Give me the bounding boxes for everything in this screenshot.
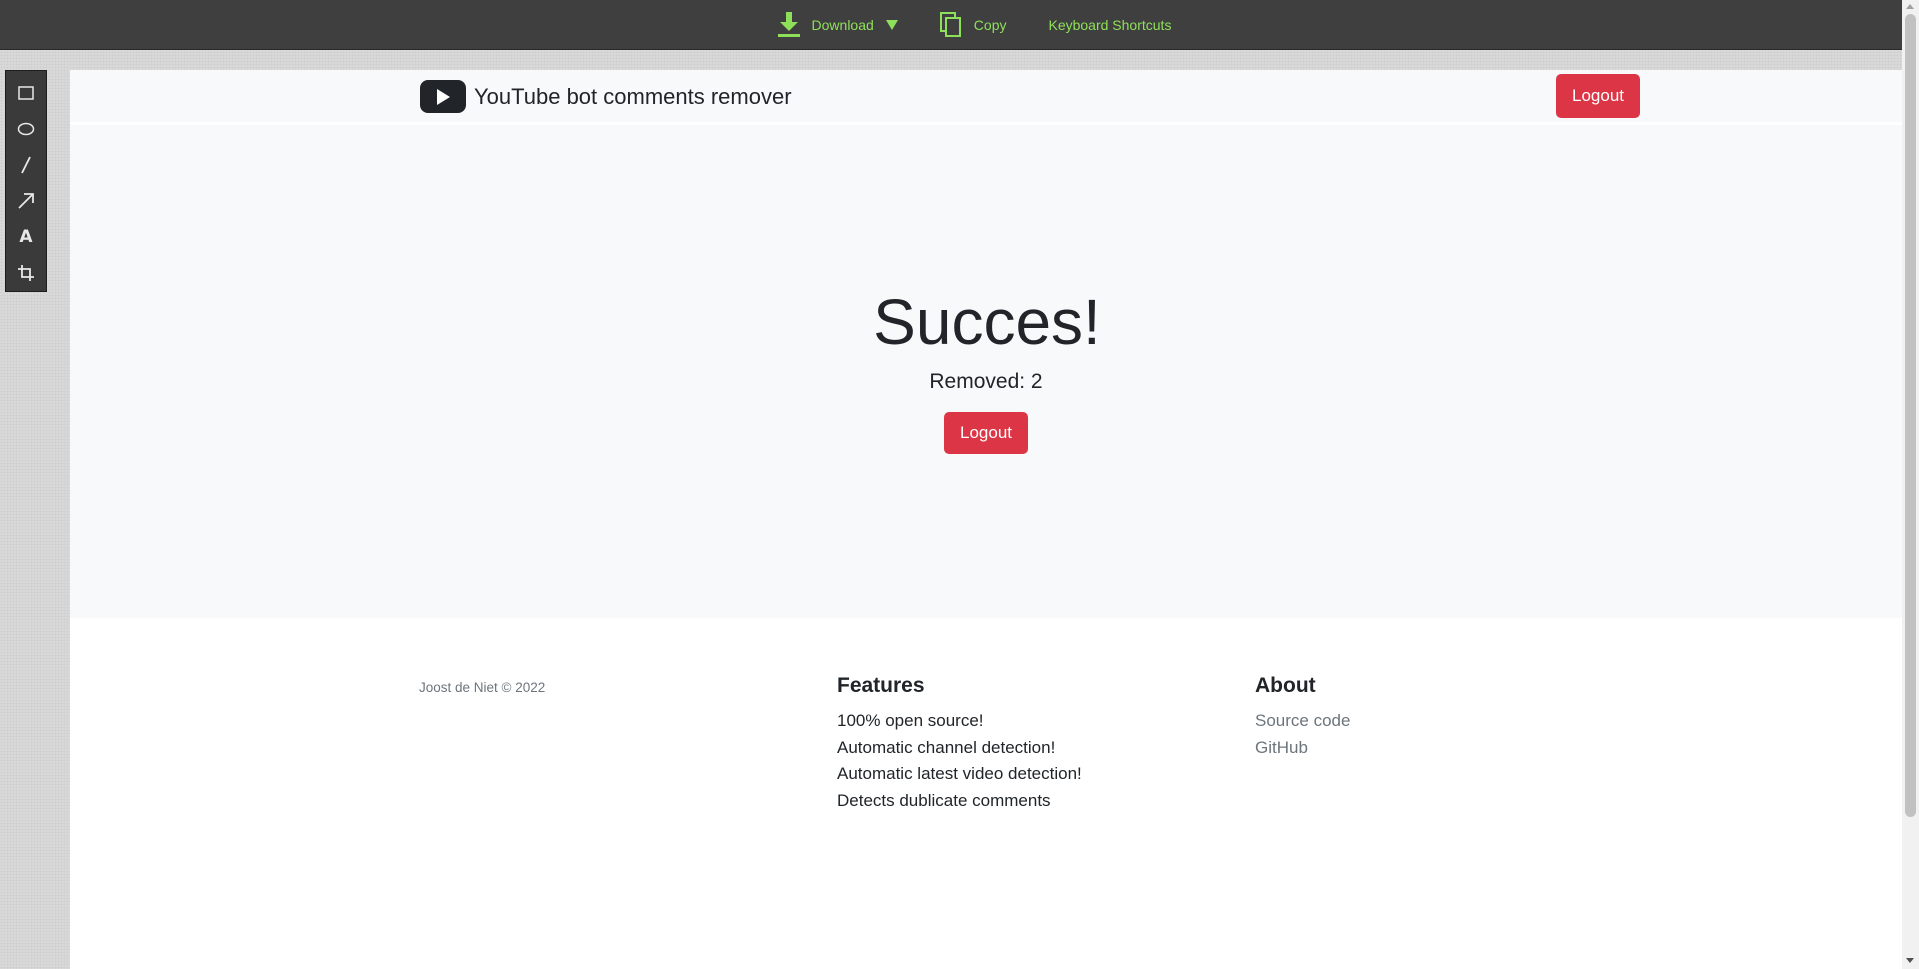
features-column: Features 100% open source! Automatic cha… — [837, 674, 1082, 815]
features-list: 100% open source! Automatic channel dete… — [837, 708, 1082, 815]
about-column: About Source code GitHub — [1255, 674, 1350, 761]
annotation-tool-panel: A — [5, 70, 47, 292]
result-section: Succes! Removed: 2 Logout — [70, 125, 1902, 618]
scroll-up-arrow-icon[interactable] — [1906, 4, 1914, 9]
feature-item: Automatic channel detection! — [837, 737, 1056, 757]
dropdown-caret-icon[interactable] — [885, 19, 898, 30]
rectangle-tool-icon[interactable] — [14, 81, 38, 105]
site-footer: Joost de Niet © 2022 Features 100% open … — [70, 618, 1902, 969]
keyboard-shortcuts-link[interactable]: Keyboard Shortcuts — [1048, 17, 1171, 33]
about-heading: About — [1255, 674, 1316, 697]
logout-button[interactable]: Logout — [944, 412, 1028, 454]
crop-tool-icon[interactable] — [14, 261, 38, 285]
about-links: Source code GitHub — [1255, 708, 1350, 761]
screenshot-toolbar: Download Copy Keyboard Shortcuts — [0, 0, 1919, 50]
download-button[interactable]: Download — [777, 11, 898, 38]
removed-count: Removed: 2 — [929, 370, 1043, 393]
arrow-tool-icon[interactable] — [14, 189, 38, 213]
youtube-logo-icon — [420, 80, 466, 113]
source-code-link[interactable]: Source code — [1255, 708, 1350, 735]
copy-label: Copy — [973, 16, 1007, 33]
ellipse-tool-icon[interactable] — [14, 117, 38, 141]
text-tool-letter: A — [19, 227, 33, 247]
copy-icon — [939, 11, 962, 38]
github-link[interactable]: GitHub — [1255, 735, 1350, 762]
features-heading: Features — [837, 674, 925, 697]
vertical-scrollbar[interactable] — [1902, 0, 1919, 969]
feature-item: 100% open source! — [837, 711, 984, 730]
download-icon — [777, 11, 800, 38]
download-label: Download — [811, 16, 874, 33]
scrollbar-thumb[interactable] — [1905, 14, 1916, 817]
keyboard-shortcuts-label: Keyboard Shortcuts — [1048, 16, 1172, 33]
copyright-text: Joost de Niet © 2022 — [419, 680, 546, 695]
copy-button[interactable]: Copy — [939, 11, 1007, 38]
scroll-down-arrow-icon[interactable] — [1906, 958, 1914, 963]
page-viewport: YouTube bot comments remover Logout Succ… — [70, 70, 1902, 969]
brand[interactable]: YouTube bot comments remover — [420, 80, 792, 113]
feature-item: Detects dublicate comments — [837, 791, 1051, 811]
text-tool-icon[interactable]: A — [14, 225, 38, 249]
line-tool-icon[interactable] — [14, 153, 38, 177]
feature-item: Automatic latest video detection! — [837, 764, 1082, 784]
header-logout-button[interactable]: Logout — [1556, 74, 1640, 118]
success-heading: Succes! — [873, 286, 1101, 358]
site-header: YouTube bot comments remover Logout — [70, 70, 1902, 125]
brand-title: YouTube bot comments remover — [474, 83, 792, 109]
